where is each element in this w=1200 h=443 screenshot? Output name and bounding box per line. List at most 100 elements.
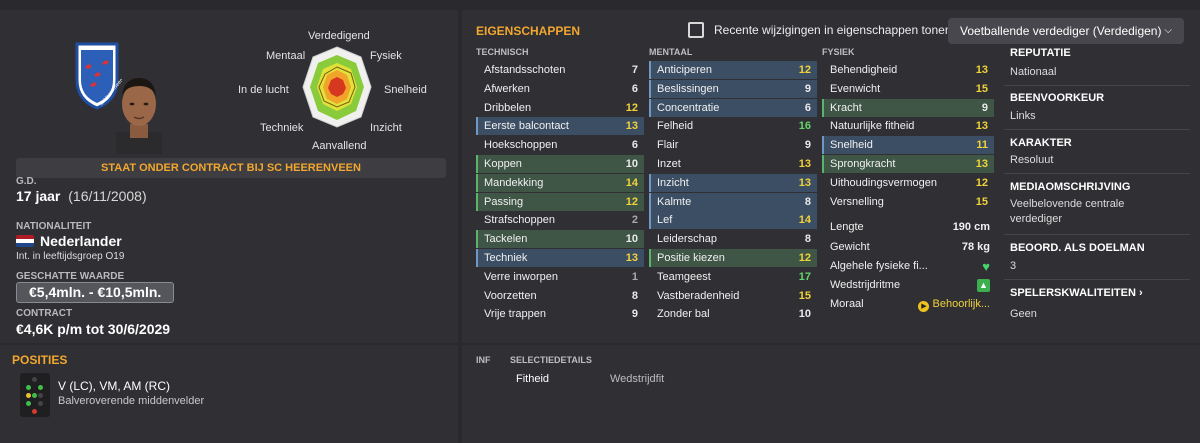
attribute-row[interactable]: Koppen 10 (476, 155, 644, 173)
fitness-label: Algehele fysieke fi... (830, 260, 928, 272)
attribute-row[interactable]: Anticiperen 12 (649, 61, 817, 79)
attribute-row[interactable]: Vrije trappen 9 (476, 305, 644, 323)
age-value: 17 jaar (16/11/2008) (16, 188, 147, 204)
attribute-row[interactable]: Felheid 16 (649, 117, 817, 135)
show-changes-checkbox[interactable] (688, 22, 704, 38)
positions-title: POSITIES (12, 353, 68, 367)
attribute-row[interactable]: Passing 12 (476, 192, 644, 211)
chevron-right-icon: › (1138, 287, 1143, 299)
attribute-name: Leiderschap (657, 233, 717, 246)
media-value: Veelbelovende centrale verdediger (1010, 198, 1125, 225)
match-rhythm-row[interactable]: Wedstrijdritme ▲ (830, 279, 990, 292)
attribute-row[interactable]: Hoekschoppen 6 (476, 136, 644, 154)
radar-label-technique: Techniek (260, 122, 304, 134)
attribute-name: Vastberadenheid (657, 289, 740, 302)
attribute-name: Tackelen (484, 233, 528, 246)
attribute-value: 12 (975, 176, 988, 189)
attribute-value: 13 (625, 252, 638, 264)
attribute-row[interactable]: Tackelen 10 (476, 230, 644, 249)
attribute-row[interactable]: Afstandsschoten 7 (476, 61, 644, 79)
attribute-name: Dribbelen (484, 101, 532, 114)
attribute-value: 7 (631, 64, 638, 76)
attribute-row[interactable]: Concentratie 6 (649, 98, 817, 117)
positions-pitch-icon[interactable] (20, 373, 50, 417)
attribute-row[interactable]: Techniek 13 (476, 249, 644, 267)
fitness-row[interactable]: Algehele fysieke fi... ♥ (830, 259, 990, 274)
role-dropdown[interactable]: Voetballende verdediger (Verdedigen) ⌵ (948, 18, 1184, 44)
radar-label-mental: Mentaal (266, 50, 306, 62)
attribute-value: 12 (798, 252, 811, 264)
attribute-row[interactable]: Lef 14 (649, 211, 817, 230)
weight-label: Gewicht (830, 241, 870, 253)
attributes-panel: EIGENSCHAPPEN Recente wijzigingen in eig… (462, 10, 1200, 343)
attribute-row[interactable]: Afwerken 6 (476, 80, 644, 98)
attribute-name: Versnelling (830, 195, 884, 208)
attribute-row[interactable]: Positie kiezen 12 (649, 249, 817, 267)
attribute-value: 6 (804, 101, 811, 114)
attribute-row[interactable]: Voorzetten 8 (476, 287, 644, 305)
attribute-row[interactable]: Eerste balcontact 13 (476, 117, 644, 136)
attribute-row[interactable]: Kracht 9 (822, 98, 994, 117)
traits-heading[interactable]: SPELERSKWALITEITEN › (1010, 287, 1143, 299)
contract-status-banner: STAAT ONDER CONTRACT BIJ SC HEERENVEEN (16, 158, 446, 178)
attribute-value: 1 (631, 270, 638, 283)
nationality: Nederlander (40, 233, 122, 249)
inf-header: INF (476, 355, 491, 365)
attribute-row[interactable]: Inzicht 13 (649, 173, 817, 192)
morale-text: Behoorlijk... (932, 298, 990, 310)
attribute-row[interactable]: Dribbelen 12 (476, 99, 644, 117)
length-value: 190 cm (952, 221, 990, 233)
attribute-row[interactable]: Kalmte 8 (649, 192, 817, 211)
attribute-row[interactable]: Vastberadenheid 15 (649, 287, 817, 305)
attribute-name: Koppen (484, 158, 522, 170)
nationality-value[interactable]: Nederlander (16, 233, 122, 249)
estimated-value[interactable]: €5,4mln. - €10,5mln. (16, 282, 175, 303)
attribute-row[interactable]: Natuurlijke fitheid 13 (822, 117, 994, 135)
attribute-value: 13 (798, 158, 811, 170)
attribute-name: Strafschoppen (484, 214, 555, 227)
nationality-label: NATIONALITEIT (16, 221, 92, 232)
attribute-row[interactable]: Strafschoppen 2 (476, 211, 644, 229)
attribute-row[interactable]: Versnelling 15 (822, 193, 994, 211)
attribute-name: Lef (657, 214, 673, 227)
attribute-row[interactable]: Teamgeest 17 (649, 268, 817, 286)
attribute-name: Inzet (657, 158, 681, 170)
morale-row[interactable]: Moraal ▶ Behoorlijk... (830, 298, 990, 312)
attribute-row[interactable]: Snelheid 11 (822, 136, 994, 155)
attribute-row[interactable]: Behendigheid 13 (822, 61, 994, 79)
role-dropdown-value: Voetballende verdediger (Verdedigen) (960, 24, 1162, 38)
attribute-name: Vrije trappen (484, 308, 546, 321)
attribute-value: 10 (798, 308, 811, 321)
radar-label-vision: Inzicht (370, 122, 402, 134)
attribute-value: 14 (798, 214, 811, 227)
attribute-value: 12 (625, 101, 638, 114)
attribute-value: 12 (625, 195, 638, 208)
traits-value: Geen (1010, 308, 1037, 320)
attribute-row[interactable]: Evenwicht 15 (822, 80, 994, 98)
attribute-row[interactable]: Beslissingen 9 (649, 79, 817, 98)
fitness-value: Wedstrijdfit (610, 373, 665, 385)
attribute-row[interactable]: Mandekking 14 (476, 173, 644, 192)
attribute-row[interactable]: Leiderschap 8 (649, 230, 817, 248)
attribute-name: Behendigheid (830, 64, 898, 76)
attribute-name: Concentratie (657, 101, 720, 114)
attribute-row[interactable]: Sprongkracht 13 (822, 155, 994, 173)
attribute-name: Snelheid (830, 139, 873, 152)
attribute-row[interactable]: Zonder bal 10 (649, 305, 817, 323)
attribute-name: Evenwicht (830, 82, 881, 95)
attribute-name: Inzicht (657, 176, 689, 189)
attribute-name: Positie kiezen (657, 252, 725, 264)
show-changes-label[interactable]: Recente wijzigingen in eigenschappen ton… (714, 23, 952, 37)
attribute-name: Felheid (657, 120, 694, 133)
attribute-row[interactable]: Verre inworpen 1 (476, 268, 644, 286)
attribute-value: 17 (798, 270, 811, 283)
character-heading: KARAKTER (1010, 137, 1072, 149)
dob-label: G.D. (16, 176, 37, 187)
morale-value: ▶ Behoorlijk... (918, 298, 990, 312)
character-value: Resoluut (1010, 154, 1054, 166)
attribute-row[interactable]: Flair 9 (649, 136, 817, 154)
attribute-row[interactable]: Inzet 13 (649, 155, 817, 173)
attribute-name: Eerste balcontact (484, 120, 569, 133)
attribute-row[interactable]: Uithoudingsvermogen 12 (822, 174, 994, 192)
attribute-value: 9 (804, 82, 811, 95)
